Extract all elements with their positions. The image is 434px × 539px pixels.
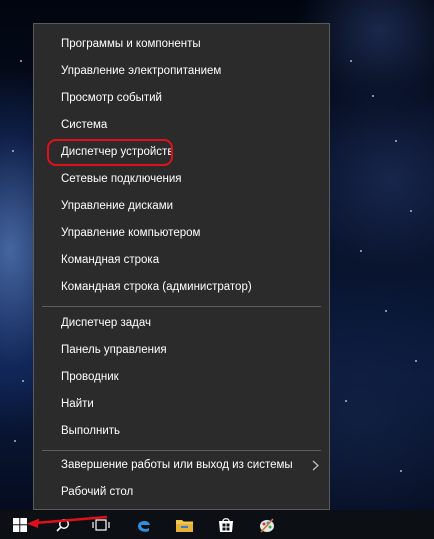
menu-item-run[interactable]: Выполнить xyxy=(34,418,329,445)
menu-item-event-viewer[interactable]: Просмотр событий xyxy=(34,85,329,112)
menu-item-computer-management[interactable]: Управление компьютером xyxy=(34,220,329,247)
menu-separator xyxy=(42,306,321,307)
star xyxy=(410,210,412,212)
menu-item-search[interactable]: Найти xyxy=(34,391,329,418)
star xyxy=(415,360,417,362)
star xyxy=(385,310,387,312)
star xyxy=(14,440,16,442)
store-icon[interactable] xyxy=(208,510,244,539)
menu-item-programs[interactable]: Программы и компоненты xyxy=(34,31,329,58)
star xyxy=(22,380,24,382)
menu-item-system[interactable]: Система xyxy=(34,112,329,139)
star xyxy=(20,60,22,62)
menu-item-file-explorer[interactable]: Проводник xyxy=(34,364,329,391)
menu-item-command-prompt[interactable]: Командная строка xyxy=(34,247,329,274)
star xyxy=(395,140,397,142)
menu-item-control-panel[interactable]: Панель управления xyxy=(34,337,329,364)
star xyxy=(360,250,362,252)
menu-separator xyxy=(42,450,321,451)
star xyxy=(345,400,347,402)
menu-item-disk-management[interactable]: Управление дисками xyxy=(34,193,329,220)
edge-icon[interactable] xyxy=(126,510,162,539)
star xyxy=(350,60,352,62)
file-explorer-icon[interactable] xyxy=(166,510,202,539)
paint-icon[interactable] xyxy=(249,510,285,539)
menu-item-shutdown-label: Завершение работы или выход из системы xyxy=(61,459,293,471)
star xyxy=(400,470,402,472)
highlight-ring xyxy=(47,139,173,166)
red-arrow-annotation xyxy=(27,515,107,528)
menu-item-desktop[interactable]: Рабочий стол xyxy=(34,479,329,506)
menu-item-task-manager[interactable]: Диспетчер задач xyxy=(34,310,329,337)
menu-item-command-prompt-admin[interactable]: Командная строка (администратор) xyxy=(34,274,329,301)
menu-item-shutdown[interactable]: Завершение работы или выход из системы xyxy=(34,452,329,479)
chevron-right-icon xyxy=(309,452,321,479)
star xyxy=(372,95,374,97)
winx-context-menu: Программы и компоненты Управление электр… xyxy=(33,23,330,510)
star xyxy=(12,150,14,152)
menu-item-network[interactable]: Сетевые подключения xyxy=(34,166,329,193)
menu-item-power-options[interactable]: Управление электропитанием xyxy=(34,58,329,85)
